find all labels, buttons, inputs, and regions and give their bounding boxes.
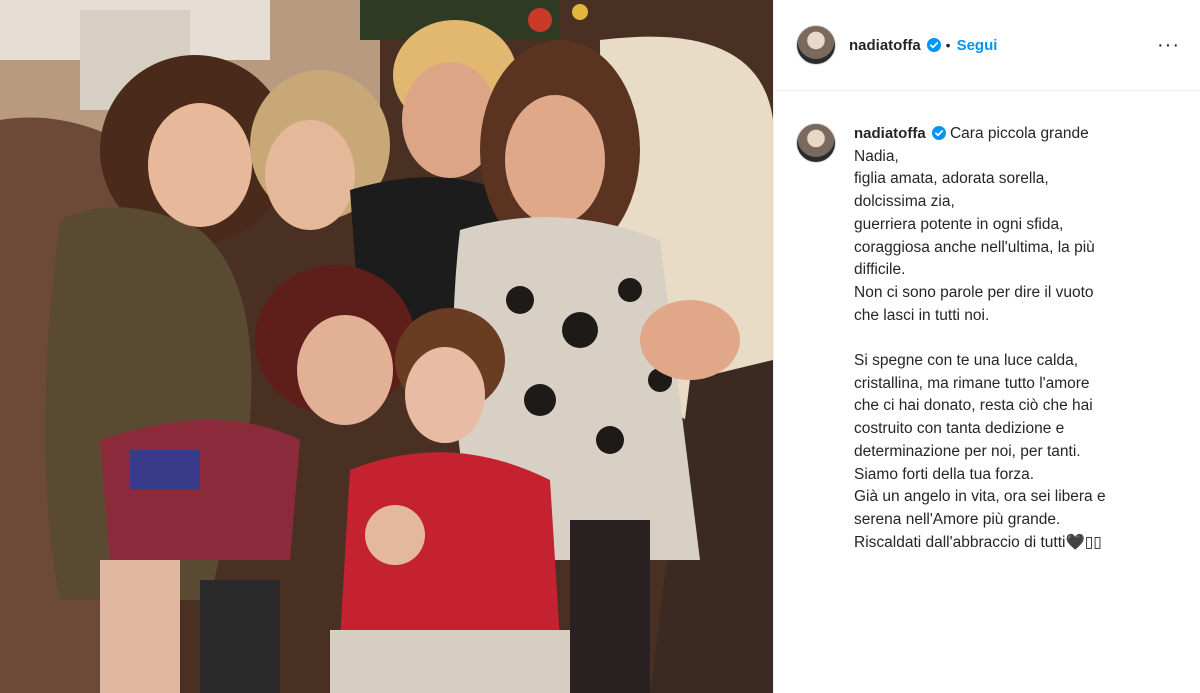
verified-badge-icon bbox=[926, 38, 941, 52]
caption-line: dolcissima zia, bbox=[854, 193, 955, 211]
caption-line: che ci hai donato, resta ciò che hai bbox=[854, 397, 1093, 415]
caption-line: Si spegne con te una luce calda, bbox=[854, 352, 1079, 370]
caption-username-link[interactable]: nadiatoffa bbox=[854, 125, 926, 142]
caption-line: determinazione per noi, per tanti. bbox=[854, 442, 1081, 460]
post-header: nadiatoffa • Segui ··· bbox=[774, 0, 1200, 91]
caption-line: Non ci sono parole per dire il vuoto bbox=[854, 283, 1094, 301]
caption-line: serena nell'Amore più grande. bbox=[854, 510, 1061, 528]
caption-line: Già un angelo in vita, ora sei libera e bbox=[854, 488, 1106, 506]
caption-line: difficile. bbox=[854, 261, 906, 279]
separator-dot: • bbox=[945, 37, 951, 53]
caption-line: cristallina, ma rimane tutto l'amore bbox=[854, 374, 1090, 392]
post-photo[interactable] bbox=[0, 0, 773, 693]
caption-line: che lasci in tutti noi. bbox=[854, 306, 990, 324]
caption-line: coraggiosa anche nell'ultima, la più bbox=[854, 238, 1095, 256]
group-photo-illustration bbox=[0, 0, 773, 693]
caption-line: Siamo forti della tua forza. bbox=[854, 465, 1035, 483]
caption-line: guerriera potente in ogni sfida, bbox=[854, 215, 1064, 233]
caption-line: costruito con tanta dedizione e bbox=[854, 420, 1065, 438]
caption-body: nadiatoffa Cara piccola grande Nadia, fi… bbox=[854, 123, 1180, 554]
post-side-panel: nadiatoffa • Segui ··· nadiatoffa Cara p… bbox=[773, 0, 1200, 693]
avatar[interactable] bbox=[796, 25, 836, 65]
caption-line: Riscaldati dall'abbraccio di tutti🖤▯▯ bbox=[854, 533, 1102, 551]
caption-avatar[interactable] bbox=[796, 123, 836, 163]
caption-line: Nadia, bbox=[854, 147, 899, 165]
caption: nadiatoffa Cara piccola grande Nadia, fi… bbox=[774, 91, 1200, 554]
follow-button[interactable]: Segui bbox=[957, 37, 998, 54]
more-options-icon[interactable]: ··· bbox=[1157, 35, 1180, 55]
instagram-post: nadiatoffa • Segui ··· nadiatoffa Cara p… bbox=[0, 0, 1200, 693]
caption-line: Cara piccola grande bbox=[949, 125, 1089, 142]
caption-line: figlia amata, adorata sorella, bbox=[854, 170, 1049, 188]
username-link[interactable]: nadiatoffa bbox=[849, 37, 921, 54]
caption-verified-badge-icon bbox=[931, 126, 946, 140]
